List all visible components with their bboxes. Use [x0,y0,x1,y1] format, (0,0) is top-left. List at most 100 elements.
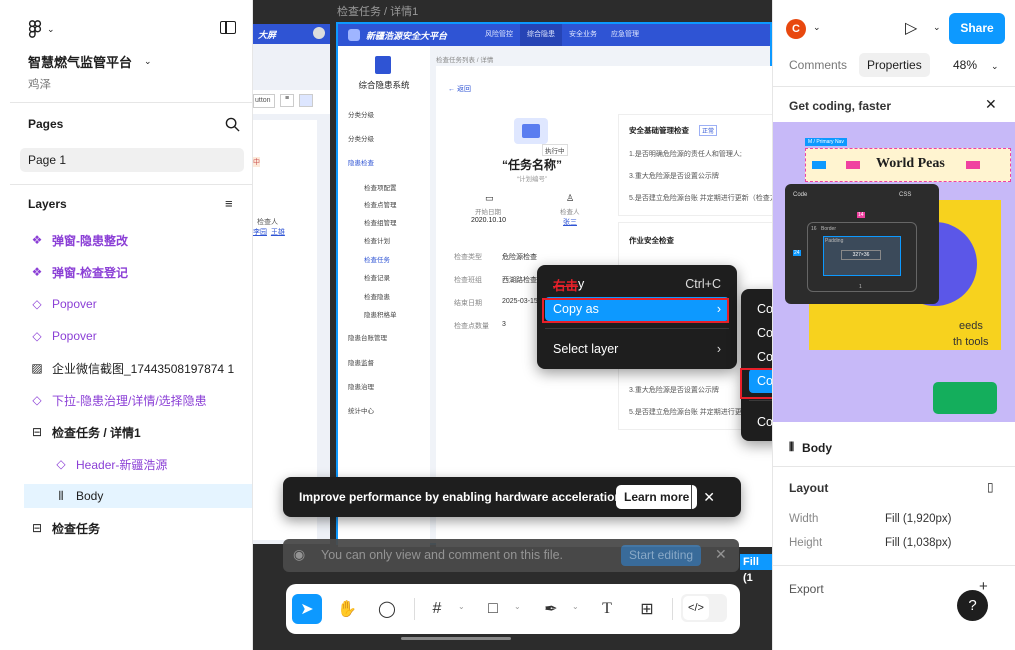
side-menu-item[interactable]: 检查组管理 [364,217,397,227]
side-menu-item[interactable]: 检查点管理 [364,199,397,209]
share-button[interactable]: Share [949,13,1005,44]
card1-item-1: 1.是否明确危险源的责任人和管理人; [629,151,742,158]
platform-nav-item[interactable]: 综合隐患 [520,24,562,46]
side-menu-item[interactable]: 隐患积格单 [364,309,397,319]
chevron-down-icon[interactable]: ⌄ [572,602,579,611]
component-icon: ❖ [31,233,43,247]
system-logo-icon [375,56,391,74]
side-menu-item[interactable]: 检查项配置 [364,182,397,192]
submenu-item[interactable]: Copy as SVG [749,321,772,345]
layer-item[interactable]: ◇ 下拉-隐患治理/详情/选择隐患 [24,388,252,412]
hand-tool-icon[interactable]: ✋ [332,594,362,624]
chevron-down-icon[interactable]: ⌄ [933,22,941,33]
help-button[interactable]: ? [957,590,988,621]
platform-nav-item[interactable]: 安全业务 [562,24,604,46]
platform-nav-item[interactable]: 风险管控 [478,24,520,46]
side-menu-item[interactable]: 分类分级 [348,133,374,143]
chevron-down-icon[interactable]: ⌄ [813,22,821,33]
submenu-item[interactable]: Copy as code› [749,297,772,321]
chevron-down-icon[interactable]: ⌄ [514,602,521,611]
layer-label: Popover [52,329,97,343]
menu-item-select-layer[interactable]: Select layer › [545,337,729,361]
side-menu-item[interactable]: 分类分级 [348,109,374,119]
back-link[interactable]: ← 返回 [448,84,471,94]
side-menu-item[interactable]: 检查计划 [364,235,390,245]
frame-tool-icon[interactable]: # [422,594,452,624]
page-item[interactable]: Page 1 [20,148,244,172]
menu-item-copy[interactable]: 右击 y Ctrl+C [545,272,729,296]
collapse-layers-icon[interactable]: ≡ [225,196,233,211]
start-editing-button[interactable]: Start editing [621,545,702,566]
filter-icon[interactable]: ≡ [280,94,294,107]
chevron-down-icon: ⌄ [991,61,999,71]
partial-frame-left[interactable]: 大屏 utton ≡ 中 检查人 李园 王雄 [253,24,330,544]
component-icon: ❖ [31,265,43,279]
tab-comments[interactable]: Comments [789,58,847,72]
frame-label[interactable]: 检查任务 / 详情1 [337,3,418,19]
chevron-down-icon[interactable]: ⌄ [458,602,465,611]
task-status-badge: 执行中 [542,144,568,156]
side-menu-item[interactable]: 检查隐患 [364,291,390,301]
side-menu-item[interactable]: 隐患监督 [348,357,374,367]
card-safety-basic: 安全基础管理检查 正常 1.是否明确危险源的责任人和管理人; 3.重大危险源是否… [618,114,772,216]
mini-link-2[interactable]: 王雄 [271,229,285,236]
layer-item[interactable]: ❖ 弹窗-检查登记 [24,260,252,284]
inspector-css-label: CSS [899,192,912,198]
card1-tag: 正常 [699,125,718,136]
layer-item[interactable]: ◇ Popover [24,324,252,348]
layer-item[interactable]: ❖ 弹窗-隐患整改 [24,228,252,252]
submenu-item[interactable]: Copy as PNGCtrl+Shift+C [749,345,772,369]
layer-label: 弹窗-隐患整改 [52,233,128,248]
field-label: 检查点数量 [454,323,489,330]
platform-nav-item[interactable]: 应急管理 [604,24,646,46]
layer-item[interactable]: ⊟ 检查任务 / 详情1 [24,420,252,444]
mini-link-1[interactable]: 李园 [253,229,267,236]
side-menu-item[interactable]: 隐患检查 [348,157,374,167]
figma-logo-icon [28,20,42,38]
side-menu-item[interactable]: 检查记录 [364,272,390,282]
shape-tool-icon[interactable]: □ [478,594,508,624]
components-tool-icon[interactable]: ⊞ [632,594,662,624]
side-menu-item[interactable]: 隐患治理 [348,381,374,391]
comment-tool-icon[interactable]: ◯ [372,594,402,624]
play-icon[interactable]: ▷ [905,18,917,38]
platform-header: 新疆浩源安全大平台 风险管控 综合隐患 安全业务 应急管理 [338,24,770,46]
side-menu-item[interactable]: 检查任务 [364,254,390,264]
dev-mode-toggle[interactable]: </> [681,594,727,622]
inspector-size: 327×36 [841,250,881,260]
layer-item[interactable]: ⊟ 检查任务 [24,516,252,540]
fill-size-tag: Fill (1 [740,554,772,584]
side-menu-item[interactable]: 隐患台账管理 [348,332,387,342]
layer-item[interactable]: ◇ Popover [24,292,252,316]
instance-icon: ◇ [32,329,42,343]
system-sidebar: 综合隐患系统 分类分级 分类分级 隐患检查 检查项配置 检查点管理 检查组管理 检查计划 检查… [338,46,430,547]
close-icon[interactable]: ✕ [715,546,727,563]
canvas[interactable]: 检查任务 / 详情1 大屏 utton ≡ 中 检查人 李园 王雄 新疆浩源安全… [253,0,772,650]
search-icon[interactable] [225,117,240,132]
view-icon[interactable] [299,94,313,107]
layer-item[interactable]: ▨ 企业微信截图_17443508197874 1 [24,356,252,380]
project-title[interactable]: 智慧燃气监管平台 ⌄ [28,52,152,71]
pen-tool-icon[interactable]: ✒ [536,594,566,624]
layer-item[interactable]: ⫴ Body [24,484,252,508]
learn-more-button[interactable]: Learn more [616,485,698,509]
layer-item[interactable]: ◇ Header-新疆浩源 [24,452,252,476]
mini-button[interactable]: utton [253,94,275,108]
checker-name[interactable]: 张三 [563,217,577,227]
inspector-code-label: Code [793,192,808,198]
move-tool-icon[interactable]: ➤ [292,594,322,624]
main-menu-button[interactable]: ⌄ [28,20,55,38]
tab-properties[interactable]: Properties [859,53,930,77]
close-icon[interactable]: ✕ [691,485,715,509]
chevron-right-icon: › [716,342,721,356]
user-avatar[interactable]: C [786,19,806,39]
clipboard-icon[interactable]: ▯ [987,480,994,494]
side-menu-item[interactable]: 统计中心 [348,405,374,415]
task-name: “任务名称” [501,158,562,172]
sidebar-toggle-icon[interactable] [220,21,236,34]
banner-cta-button[interactable] [933,382,997,414]
text-tool-icon[interactable]: T [592,594,622,624]
close-icon[interactable]: ✕ [985,96,997,113]
zoom-level[interactable]: 48% ⌄ [953,58,999,72]
submenu-item[interactable]: Copy propertiesCtrl+Alt+C [749,410,772,434]
